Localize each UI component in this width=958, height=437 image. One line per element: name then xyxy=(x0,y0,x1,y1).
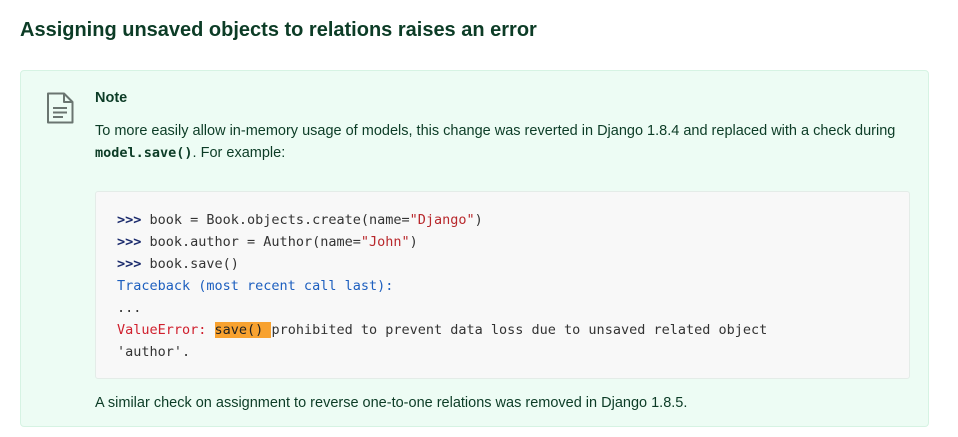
code-error-line: ValueError: save() prohibited to prevent… xyxy=(117,319,909,341)
section-heading: Assigning unsaved objects to relations r… xyxy=(20,19,537,41)
error-highlight: save() xyxy=(214,322,272,338)
error-message: prohibited to prevent data loss due to u… xyxy=(271,322,768,338)
code-text: book = Book.objects.create(name= xyxy=(141,212,410,228)
code-line: >>> book.save() xyxy=(117,253,909,275)
note-text-before: To more easily allow in-memory usage of … xyxy=(95,123,896,139)
code-traceback: Traceback (most recent call last): xyxy=(117,278,394,294)
code-text: ) xyxy=(474,212,483,228)
note-title: Note xyxy=(95,90,128,106)
code-string: "Django" xyxy=(409,212,475,228)
code-string: "John" xyxy=(360,234,410,250)
code-prompt: >>> xyxy=(117,212,142,228)
document-icon xyxy=(47,92,74,124)
note-admonition: Note To more easily allow in-memory usag… xyxy=(20,70,929,427)
code-example: >>> book = Book.objects.create(name="Dja… xyxy=(95,191,910,379)
code-text: book.save() xyxy=(141,256,239,272)
note-text: To more easily allow in-memory usage of … xyxy=(95,120,915,164)
code-text: book.author = Author(name= xyxy=(141,234,361,250)
note-text-after: . For example: xyxy=(192,145,286,161)
code-prompt: >>> xyxy=(117,256,142,272)
code-error-line-continued: 'author'. xyxy=(117,344,191,360)
code-text: ) xyxy=(409,234,418,250)
code-ellipsis: ... xyxy=(117,300,142,316)
error-name: ValueError: xyxy=(117,322,207,338)
code-line: >>> book = Book.objects.create(name="Dja… xyxy=(117,209,909,231)
code-prompt: >>> xyxy=(117,234,142,250)
inline-code-model-save: model.save() xyxy=(95,145,193,161)
note-footer-text: A similar check on assignment to reverse… xyxy=(95,395,688,411)
code-line: >>> book.author = Author(name="John") xyxy=(117,231,909,253)
